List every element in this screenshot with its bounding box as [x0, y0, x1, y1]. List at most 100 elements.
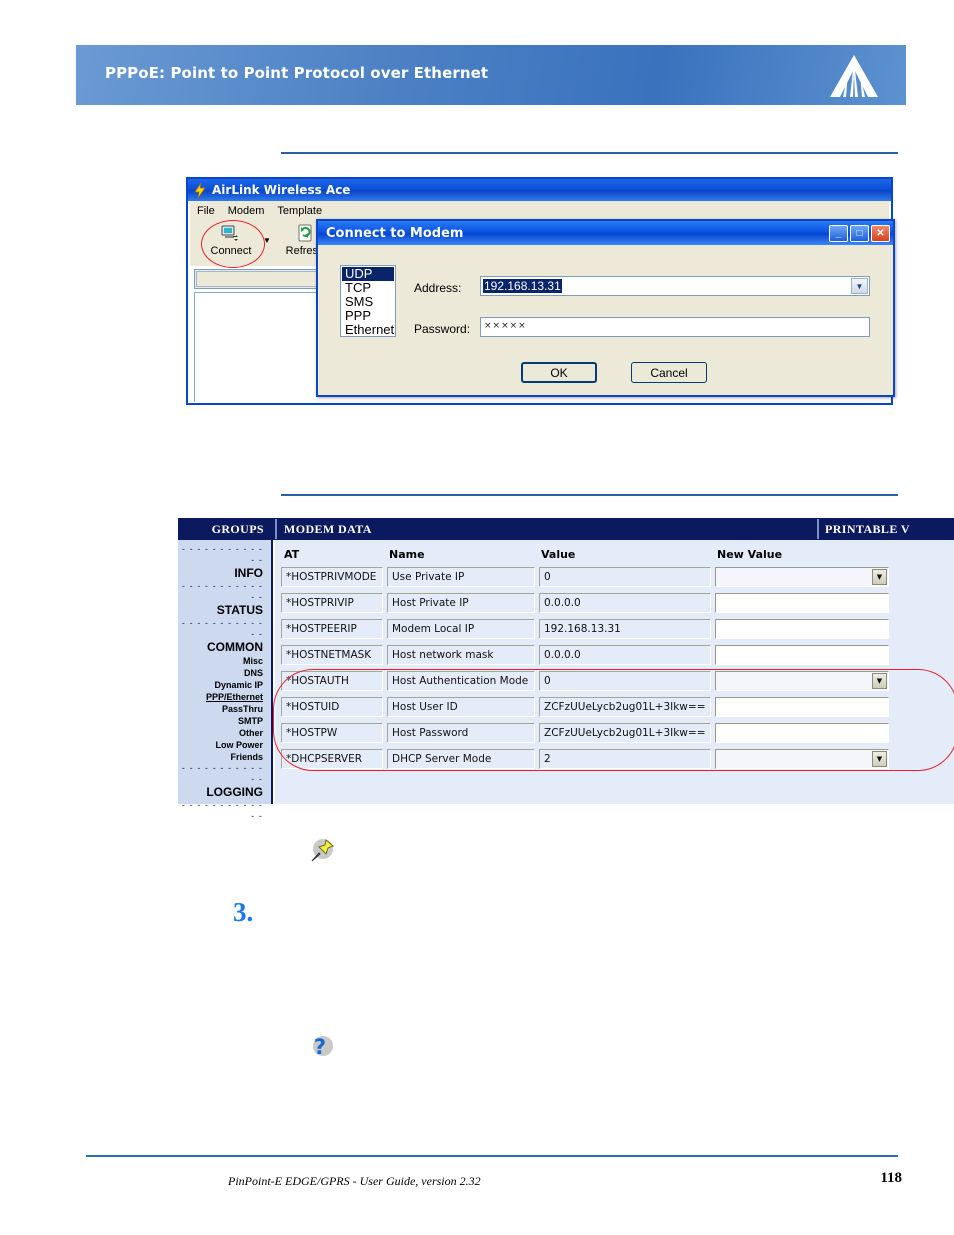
dialog-title: Connect to Modem — [326, 225, 464, 241]
protocol-option-sms[interactable]: SMS — [342, 295, 394, 309]
password-label: Password: — [414, 322, 471, 336]
sidebar-item-ppp-ethernet[interactable]: PPP/Ethernet — [178, 691, 271, 703]
protocol-option-tcp[interactable]: TCP — [342, 281, 394, 295]
connect-to-modem-dialog: Connect to Modem _ □ ✕ UDP TCP SMS PPP E… — [316, 219, 895, 397]
table-row: *HOSTUID Host User ID ZCFzUUeLycb2ug01L+… — [275, 697, 954, 723]
cell-value: 0 — [539, 567, 711, 587]
cancel-button[interactable]: Cancel — [631, 362, 707, 383]
menu-item-modem[interactable]: Modem — [228, 205, 265, 217]
cell-new-value-input[interactable] — [715, 723, 889, 743]
menu-item-template[interactable]: Template — [277, 205, 322, 217]
dialog-body: UDP TCP SMS PPP Ethernet Address: 192.16… — [318, 245, 893, 395]
table-row: *HOSTPEERIP Modem Local IP 192.168.13.31 — [275, 619, 954, 645]
step-number: 3. — [233, 897, 254, 927]
protocol-option-ethernet[interactable]: Ethernet — [342, 323, 394, 337]
protocol-listbox[interactable]: UDP TCP SMS PPP Ethernet — [340, 265, 396, 337]
cell-at: *HOSTPRIVMODE — [281, 567, 383, 587]
header-divider-right — [817, 519, 819, 539]
sidebar-divider: - - - - - - - - - - - - - — [181, 544, 263, 565]
cell-name: Host Password — [387, 723, 535, 743]
modem-data-header: MODEM DATA — [284, 521, 372, 536]
column-header-new-value: New Value — [717, 548, 783, 561]
figure-modem-data-table: GROUPS MODEM DATA PRINTABLE V - - - - - … — [178, 518, 954, 821]
cell-name: DHCP Server Mode — [387, 749, 535, 769]
sidebar-item-smtp[interactable]: SMTP — [178, 715, 271, 727]
sidebar-item-dynamic-ip[interactable]: Dynamic IP — [178, 679, 271, 691]
password-field[interactable]: ××××× — [480, 317, 870, 337]
cell-at: *HOSTNETMASK — [281, 645, 383, 665]
ace-titlebar: AirLink Wireless Ace — [188, 179, 891, 201]
sidebar-item-logging[interactable]: LOGGING — [178, 785, 271, 800]
cell-new-value-select[interactable]: ▼ — [715, 671, 889, 691]
close-icon[interactable]: ✕ — [871, 224, 890, 242]
airlink-logo-icon — [830, 55, 878, 97]
sidebar-item-misc[interactable]: Misc — [178, 655, 271, 667]
cell-value: ZCFzUUeLycb2ug01L+3Ikw== — [539, 697, 711, 717]
address-value: 192.168.13.31 — [483, 279, 562, 293]
cell-value: 2 — [539, 749, 711, 769]
menu-item-file[interactable]: File — [197, 205, 215, 217]
figure-rule-top — [281, 152, 898, 154]
protocol-option-udp[interactable]: UDP — [342, 267, 394, 281]
table-row: *HOSTNETMASK Host network mask 0.0.0.0 — [275, 645, 954, 671]
chevron-down-icon[interactable]: ▼ — [872, 569, 887, 585]
cell-name: Modem Local IP — [387, 619, 535, 639]
sidebar-item-dns[interactable]: DNS — [178, 667, 271, 679]
refresh-icon — [298, 224, 312, 242]
page-title: PPPoE: Point to Point Protocol over Ethe… — [105, 64, 489, 82]
groups-sidebar: - - - - - - - - - - - - - INFO - - - - -… — [178, 540, 273, 821]
cell-new-value-input[interactable] — [715, 593, 889, 613]
maximize-icon[interactable]: □ — [850, 224, 869, 242]
sidebar-item-low-power[interactable]: Low Power — [178, 739, 271, 751]
sidebar-item-common[interactable]: COMMON — [178, 640, 271, 655]
cell-name: Host User ID — [387, 697, 535, 717]
groups-header: GROUPS — [211, 521, 264, 536]
cell-new-value-select[interactable]: ▼ — [715, 749, 889, 769]
connect-dropdown-arrow[interactable]: ▼ — [263, 236, 271, 245]
column-header-at: AT — [284, 548, 300, 561]
sidebar-item-passthru[interactable]: PassThru — [178, 703, 271, 715]
page-number: 118 — [880, 1170, 902, 1186]
sidebar-item-info[interactable]: INFO — [178, 566, 271, 581]
protocol-option-ppp[interactable]: PPP — [342, 309, 394, 323]
table-row: *HOSTAUTH Host Authentication Mode 0 ▼ — [275, 671, 954, 697]
table-row: *HOSTPW Host Password ZCFzUUeLycb2ug01L+… — [275, 723, 954, 749]
sidebar-item-friends[interactable]: Friends — [178, 751, 271, 763]
printable-view-header[interactable]: PRINTABLE V — [825, 518, 910, 540]
cell-at: *HOSTUID — [281, 697, 383, 717]
yellow-pushpin-icon — [311, 839, 334, 862]
cell-new-value-input[interactable] — [715, 619, 889, 639]
minimize-icon[interactable]: _ — [829, 224, 848, 242]
sidebar-divider: - - - - - - - - - - - - - — [181, 618, 263, 639]
sidebar-item-status[interactable]: STATUS — [178, 603, 271, 618]
figure-airlink-wireless-ace: AirLink Wireless Ace File Modem Template… — [186, 177, 895, 405]
chevron-down-icon[interactable]: ▼ — [872, 673, 887, 689]
modem-data-grid: AT Name Value New Value *HOSTPRIVMODE Us… — [275, 540, 954, 804]
sidebar-item-other[interactable]: Other — [178, 727, 271, 739]
cell-value: ZCFzUUeLycb2ug01L+3Ikw== — [539, 723, 711, 743]
cell-name: Host Private IP — [387, 593, 535, 613]
page-header-banner: PPPoE: Point to Point Protocol over Ethe… — [76, 45, 906, 105]
chevron-down-icon[interactable]: ▼ — [872, 751, 887, 767]
table-row: *DHCPSERVER DHCP Server Mode 2 ▼ — [275, 749, 954, 775]
cell-at: *HOSTAUTH — [281, 671, 383, 691]
cell-new-value-select[interactable]: ▼ — [715, 567, 889, 587]
cell-new-value-input[interactable] — [715, 697, 889, 717]
ace-menubar: File Modem Template — [190, 201, 889, 220]
airlink-wireless-ace-window: AirLink Wireless Ace File Modem Template… — [186, 177, 895, 405]
ok-button[interactable]: OK — [521, 362, 597, 383]
cell-new-value-input[interactable] — [715, 645, 889, 665]
sidebar-divider: - - - - - - - - - - - - - — [181, 581, 263, 602]
cell-name: Use Private IP — [387, 567, 535, 587]
cell-value: 192.168.13.31 — [539, 619, 711, 639]
sidebar-divider: - - - - - - - - - - - - - — [181, 763, 263, 784]
connect-button-label: Connect — [210, 245, 252, 257]
connect-button[interactable]: Connect — [202, 223, 260, 258]
lightning-bolt-icon — [194, 182, 206, 198]
cell-name: Host Authentication Mode — [387, 671, 535, 691]
address-combobox[interactable]: 192.168.13.31 ▼ — [480, 276, 870, 296]
column-header-value: Value — [541, 548, 576, 561]
chevron-down-icon[interactable]: ▼ — [851, 278, 868, 294]
cell-name: Host network mask — [387, 645, 535, 665]
connect-modem-icon — [221, 225, 238, 241]
